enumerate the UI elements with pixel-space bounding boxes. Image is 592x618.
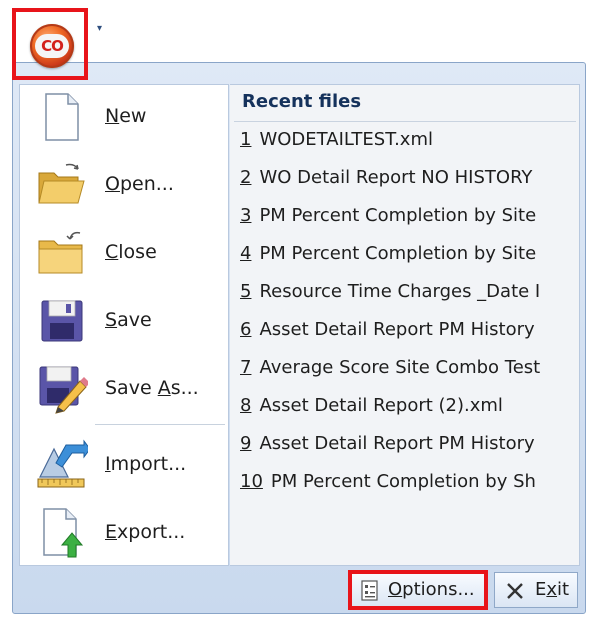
menu-item-label: Save As...	[105, 377, 199, 399]
options-label: Options...	[388, 579, 475, 600]
app-orb-icon[interactable]: CO	[30, 24, 74, 68]
save-disk-icon	[41, 300, 83, 342]
menu-item-import[interactable]: Import...	[30, 435, 225, 497]
save-as-icon	[39, 366, 88, 414]
command-pane: New Open... Close Save Save As... Import…	[19, 84, 229, 566]
recent-file-item[interactable]: 4 PM Percent Completion by Site	[240, 237, 576, 271]
menu-item-label: Import...	[105, 453, 187, 475]
menu-item-label: New	[105, 105, 147, 127]
menu-item-label: Export...	[105, 521, 186, 543]
import-icon	[37, 439, 88, 488]
menu-footer: Options... Exit	[12, 566, 586, 614]
recent-header-divider	[234, 121, 576, 122]
application-button[interactable]: CO	[12, 8, 88, 80]
recent-file-item[interactable]: 2 WO Detail Report NO HISTORY	[240, 161, 576, 195]
options-icon	[361, 580, 378, 601]
menu-item-export[interactable]: Export...	[30, 503, 225, 565]
menu-separator	[95, 424, 225, 425]
open-folder-icon	[38, 163, 85, 204]
quick-access-dropdown-icon[interactable]: ▾	[97, 22, 109, 36]
menu-item-save[interactable]: Save	[30, 291, 225, 353]
export-icon	[43, 508, 84, 558]
recent-file-item[interactable]: 10 PM Percent Completion by Sh	[240, 465, 576, 499]
menu-item-close[interactable]: Close	[30, 223, 225, 285]
new-document-icon	[45, 93, 79, 141]
recent-file-item[interactable]: 3 PM Percent Completion by Site	[240, 199, 576, 233]
recent-files-pane: Recent files 1 WODETAILTEST.xml 2 WO Detai…	[230, 84, 580, 566]
menu-item-save-as[interactable]: Save As...	[30, 359, 225, 421]
menu-item-new[interactable]: New	[30, 87, 225, 149]
title-bar: ▾	[0, 0, 592, 66]
exit-button[interactable]: Exit	[494, 572, 578, 608]
recent-file-item[interactable]: 9 Asset Detail Report PM History	[240, 427, 576, 461]
close-x-icon	[507, 583, 523, 599]
options-button[interactable]: Options...	[348, 570, 488, 610]
recent-file-item[interactable]: 5 Resource Time Charges _Date I	[240, 275, 576, 309]
menu-item-label: Close	[105, 241, 157, 263]
recent-file-item[interactable]: 6 Asset Detail Report PM History	[240, 313, 576, 347]
recent-file-item[interactable]: 7 Average Score Site Combo Test	[240, 351, 576, 385]
close-folder-icon	[38, 231, 83, 274]
app-logo: CO	[35, 34, 69, 58]
menu-item-label: Save	[105, 309, 152, 331]
recent-files-header: Recent files	[242, 91, 362, 112]
recent-file-item[interactable]: 1 WODETAILTEST.xml	[240, 123, 576, 157]
recent-file-item[interactable]: 8 Asset Detail Report (2).xml	[240, 389, 576, 423]
menu-item-label: Open...	[105, 173, 174, 195]
menu-item-open[interactable]: Open...	[30, 155, 225, 217]
exit-label: Exit	[535, 579, 570, 600]
